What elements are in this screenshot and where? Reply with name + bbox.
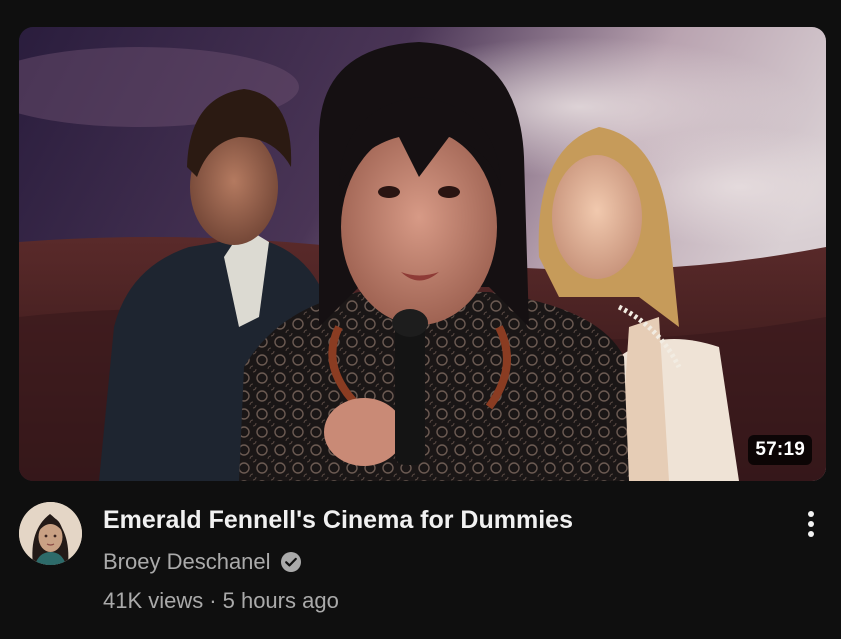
avatar-image xyxy=(19,502,82,565)
duration-badge: 57:19 xyxy=(748,435,812,465)
video-card: 57:19 Emerald Fennell's Cinema for Dummi… xyxy=(0,0,841,639)
video-title[interactable]: Emerald Fennell's Cinema for Dummies xyxy=(103,503,783,537)
video-thumbnail[interactable]: 57:19 xyxy=(19,27,826,481)
thumbnail-image xyxy=(19,27,826,481)
check-circle-icon xyxy=(280,551,302,573)
video-stats: 41K views · 5 hours ago xyxy=(103,586,783,616)
upload-age: 5 hours ago xyxy=(222,588,339,613)
more-vert-icon[interactable] xyxy=(798,506,824,542)
separator-dot: · xyxy=(209,588,217,613)
channel-avatar[interactable] xyxy=(19,502,82,565)
menu-dot xyxy=(808,511,814,517)
channel-name[interactable]: Broey Deschanel xyxy=(103,549,271,575)
view-count: 41K views xyxy=(103,588,204,613)
menu-dot xyxy=(808,521,814,527)
channel-row: Broey Deschanel xyxy=(103,547,783,577)
video-meta: Emerald Fennell's Cinema for Dummies Bro… xyxy=(103,503,783,616)
menu-dot xyxy=(808,531,814,537)
